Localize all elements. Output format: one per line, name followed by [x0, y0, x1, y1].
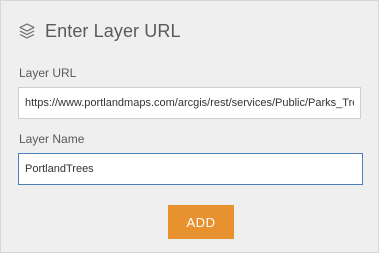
layer-url-input[interactable] — [18, 87, 361, 119]
layers-icon — [18, 22, 36, 40]
layer-name-label: Layer Name — [19, 132, 85, 146]
panel-title: Enter Layer URL — [45, 20, 181, 41]
layer-name-input[interactable] — [18, 153, 363, 185]
add-layer-url-panel: Enter Layer URL Layer URL Layer Name ADD — [0, 0, 379, 253]
layer-url-label: Layer URL — [19, 66, 77, 80]
add-button[interactable]: ADD — [168, 205, 234, 239]
panel-header: Enter Layer URL — [18, 18, 181, 44]
